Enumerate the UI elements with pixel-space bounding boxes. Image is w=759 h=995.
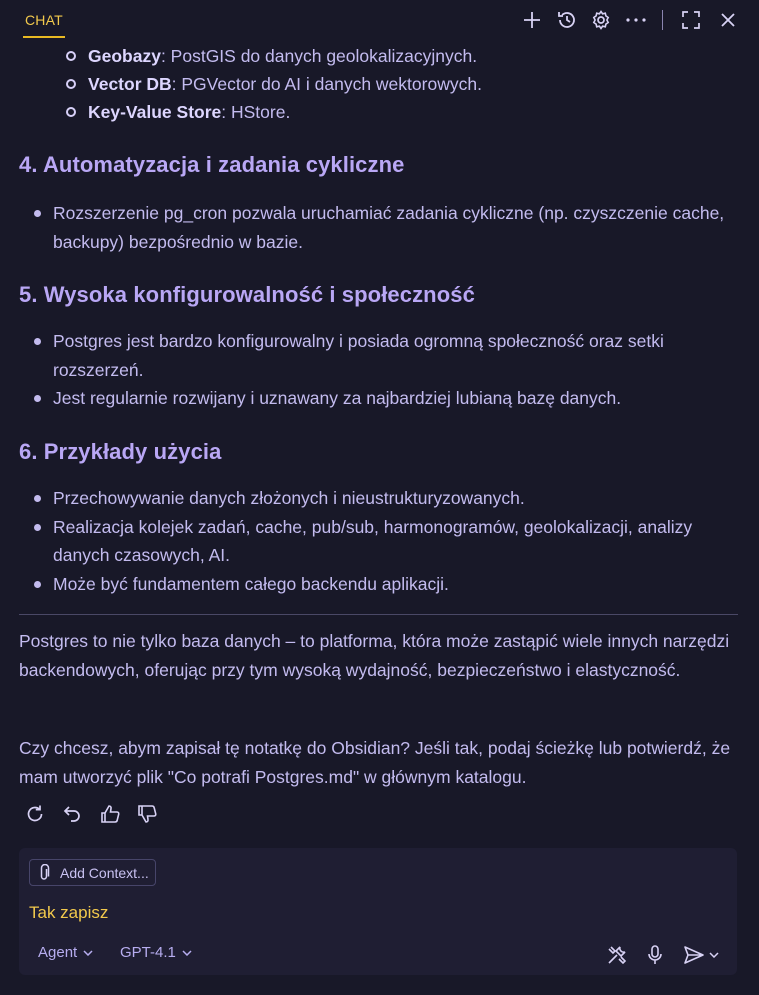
bullet-list: Rozszerzenie pg_cron pozwala uruchamiać …: [31, 199, 731, 256]
close-icon[interactable]: [716, 8, 740, 32]
item-term: Key-Value Store: [88, 102, 222, 122]
model-dropdown[interactable]: GPT-4.1: [120, 944, 192, 961]
list-item: Jest regularnie rozwijany i uznawany za …: [31, 384, 731, 413]
item-term: Geobazy: [88, 46, 161, 66]
toolbar-separator: [662, 10, 663, 30]
item-text: : PostGIS do danych geolokalizacyjnych.: [160, 46, 478, 66]
thumbs-down-icon[interactable]: [134, 801, 160, 827]
add-context-button[interactable]: Add Context...: [29, 859, 156, 886]
chat-composer: Add Context... Agent GPT-4.1: [19, 848, 737, 975]
chevron-down-icon: [709, 952, 719, 958]
list-item: Vector DB: PGVector do AI i danych wekto…: [66, 70, 482, 98]
chevron-down-icon: [83, 948, 93, 958]
summary-paragraph: Postgres to nie tylko baza danych – to p…: [19, 631, 730, 680]
maximize-icon[interactable]: [679, 8, 703, 32]
list-item: Key-Value Store: HStore.: [66, 98, 482, 126]
section-heading: 4. Automatyzacja i zadania cykliczne: [19, 152, 405, 177]
bullet-list: Postgres jest bardzo konfigurowalny i po…: [31, 327, 731, 413]
list-item: Postgres jest bardzo konfigurowalny i po…: [31, 327, 731, 384]
list-item: Rozszerzenie pg_cron pozwala uruchamiać …: [31, 199, 731, 256]
chevron-down-icon: [182, 948, 192, 958]
model-label: GPT-4.1: [120, 944, 176, 961]
plus-icon[interactable]: [520, 8, 544, 32]
item-text: : PGVector do AI i danych wektorowych.: [171, 74, 482, 94]
item-term: Vector DB: [88, 74, 172, 94]
thumbs-up-icon[interactable]: [97, 801, 123, 827]
question-paragraph: Czy chcesz, abym zapisał tę notatkę do O…: [19, 738, 731, 787]
send-icon: [683, 945, 705, 965]
chat-input[interactable]: [29, 900, 719, 926]
more-icon[interactable]: [624, 8, 648, 32]
list-item: Może być fundamentem całego backendu apl…: [31, 570, 731, 599]
section-heading: 6. Przykłady użycia: [19, 439, 222, 464]
sub-list: Geobazy: PostGIS do danych geolokalizacy…: [66, 42, 482, 126]
circle-bullet-icon: [66, 51, 76, 61]
circle-bullet-icon: [66, 107, 76, 117]
send-button[interactable]: [679, 942, 723, 968]
divider: [19, 614, 738, 615]
undo-icon[interactable]: [60, 801, 86, 827]
section-heading: 5. Wysoka konfigurowalność i społeczność: [19, 282, 475, 307]
circle-bullet-icon: [66, 79, 76, 89]
microphone-icon[interactable]: [642, 942, 668, 968]
list-item: Przechowywanie danych złożonych i nieust…: [31, 484, 731, 513]
retry-icon[interactable]: [22, 801, 48, 827]
tools-icon[interactable]: [604, 942, 630, 968]
paperclip-icon: [34, 863, 54, 883]
list-item: Realizacja kolejek zadań, cache, pub/sub…: [31, 513, 731, 570]
list-item: Geobazy: PostGIS do danych geolokalizacy…: [66, 42, 482, 70]
history-icon[interactable]: [555, 8, 579, 32]
mode-dropdown[interactable]: Agent: [38, 944, 93, 961]
add-context-label: Add Context...: [60, 864, 149, 881]
bullet-list: Przechowywanie danych złożonych i nieust…: [31, 484, 731, 598]
chat-header: CHAT: [0, 0, 759, 42]
tab-chat[interactable]: CHAT: [23, 10, 65, 38]
mode-label: Agent: [38, 944, 78, 961]
gear-icon[interactable]: [589, 8, 613, 32]
item-text: : HStore.: [221, 102, 291, 122]
